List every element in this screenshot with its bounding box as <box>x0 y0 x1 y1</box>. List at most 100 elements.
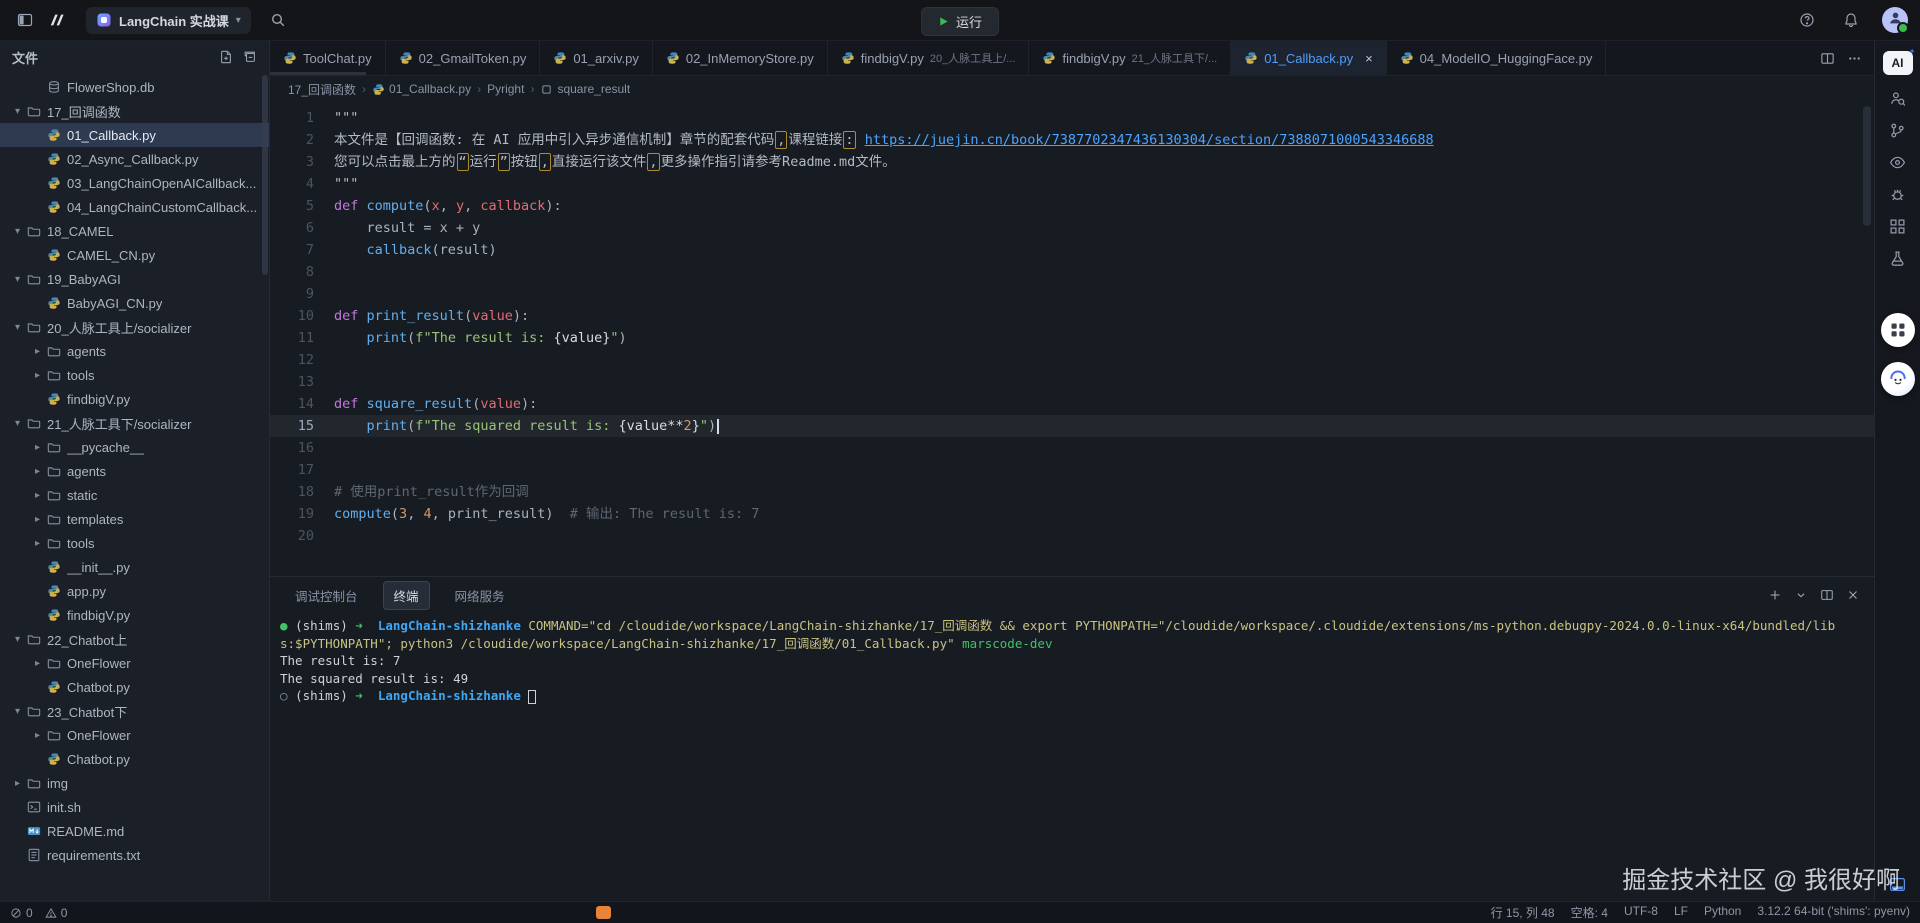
code-line[interactable]: 19compute(3, 4, print_result) # 输出: The … <box>270 503 1874 525</box>
code-line[interactable]: 4""" <box>270 173 1874 195</box>
code-line[interactable]: 1""" <box>270 107 1874 129</box>
tree-file[interactable]: app.py <box>0 579 269 603</box>
panel-tab-item[interactable]: 网络服务 <box>444 581 516 610</box>
breadcrumb-item[interactable]: 17_回调函数 <box>288 81 356 98</box>
language-mode[interactable]: Python <box>1704 904 1741 921</box>
editor-tab[interactable]: ToolChat.py <box>270 41 386 75</box>
tree-file[interactable]: FlowerShop.db <box>0 75 269 99</box>
source-control-icon[interactable] <box>1889 122 1906 139</box>
tree-file[interactable]: BabyAGI_CN.py <box>0 291 269 315</box>
editor-scrollbar[interactable] <box>1863 106 1871 226</box>
tree-folder[interactable]: ▾18_CAMEL <box>0 219 269 243</box>
workspace-switcher[interactable]: LangChain 实战课 ▾ <box>86 7 251 34</box>
run-button[interactable]: 运行 <box>921 7 999 36</box>
editor-tab[interactable]: findbigV.py20_人脉工具上/... <box>828 41 1030 75</box>
tree-folder[interactable]: ▸OneFlower <box>0 723 269 747</box>
collapse-all-icon[interactable] <box>243 50 257 64</box>
assistant-mascot-button[interactable] <box>1881 362 1915 396</box>
code-line[interactable]: 7 callback(result) <box>270 239 1874 261</box>
help-icon[interactable] <box>1794 7 1820 33</box>
tree-file[interactable]: findbigV.py <box>0 387 269 411</box>
editor-tab[interactable]: 04_ModelIO_HuggingFace.py <box>1387 41 1607 75</box>
indent-setting[interactable]: 空格: 4 <box>1571 904 1608 921</box>
chevron-down-icon[interactable] <box>1794 588 1808 602</box>
user-avatar[interactable] <box>1882 7 1908 33</box>
code-line[interactable]: 11 print(f"The result is: {value}") <box>270 327 1874 349</box>
warning-count[interactable]: 0 <box>45 906 68 920</box>
tree-folder[interactable]: ▾17_回调函数 <box>0 99 269 123</box>
problems-counts[interactable]: 00 <box>10 906 79 920</box>
tree-folder[interactable]: ▸agents <box>0 459 269 483</box>
encoding[interactable]: UTF-8 <box>1624 904 1658 921</box>
tree-file[interactable]: 02_Async_Callback.py <box>0 147 269 171</box>
tree-folder[interactable]: ▾19_BabyAGI <box>0 267 269 291</box>
beaker-icon[interactable] <box>1889 250 1906 267</box>
close-tab-icon[interactable]: × <box>1365 51 1373 66</box>
tree-file[interactable]: 04_LangChainCustomCallback... <box>0 195 269 219</box>
cursor-position[interactable]: 行 15, 列 48 <box>1491 904 1555 921</box>
tree-file[interactable]: findbigV.py <box>0 603 269 627</box>
layout-sidebar-icon[interactable] <box>12 7 38 33</box>
tree-file[interactable]: 03_LangChainOpenAICallback... <box>0 171 269 195</box>
toggle-panel-button[interactable] <box>1889 876 1906 893</box>
code-line[interactable]: 14def square_result(value): <box>270 393 1874 415</box>
tree-folder[interactable]: ▸templates <box>0 507 269 531</box>
close-icon[interactable] <box>1846 588 1860 602</box>
tree-folder[interactable]: ▸agents <box>0 339 269 363</box>
tree-folder[interactable]: ▾23_Chatbot下 <box>0 699 269 723</box>
more-actions-icon[interactable] <box>1847 51 1862 66</box>
sidebar-scrollbar[interactable] <box>262 75 268 275</box>
code-line[interactable]: 8 <box>270 261 1874 283</box>
tree-folder[interactable]: ▸img <box>0 771 269 795</box>
breadcrumb-item[interactable]: 01_Callback.py <box>372 82 471 96</box>
search-icon[interactable] <box>265 7 291 33</box>
tree-file[interactable]: init.sh <box>0 795 269 819</box>
code-line[interactable]: 17 <box>270 459 1874 481</box>
tabbar-scrollbar[interactable] <box>270 72 366 75</box>
interpreter[interactable]: 3.12.2 64-bit ('shims': pyenv) <box>1757 904 1910 921</box>
editor-tab[interactable]: 02_GmailToken.py <box>386 41 541 75</box>
tree-file[interactable]: README.md <box>0 819 269 843</box>
panel-tab-active[interactable]: 终端 <box>383 581 430 610</box>
tree-file[interactable]: Chatbot.py <box>0 675 269 699</box>
eye-icon[interactable] <box>1889 154 1906 171</box>
split-icon[interactable] <box>1820 588 1834 602</box>
code-line[interactable]: 15 print(f"The squared result is: {value… <box>270 415 1874 437</box>
editor-tab[interactable]: 01_arxiv.py <box>540 41 653 75</box>
tree-folder[interactable]: ▾21_人脉工具下/socializer <box>0 411 269 435</box>
eol[interactable]: LF <box>1674 904 1688 921</box>
tree-file[interactable]: 01_Callback.py <box>0 123 269 147</box>
tree-folder[interactable]: ▸tools <box>0 531 269 555</box>
code-line[interactable]: 20 <box>270 525 1874 547</box>
breadcrumb-item[interactable]: square_result <box>540 82 630 96</box>
user-search-icon[interactable] <box>1889 90 1906 107</box>
tree-folder[interactable]: ▸static <box>0 483 269 507</box>
code-line[interactable]: 12 <box>270 349 1874 371</box>
tree-file[interactable]: __init__.py <box>0 555 269 579</box>
code-line[interactable]: 6 result = x + y <box>270 217 1874 239</box>
editor-tab[interactable]: 02_InMemoryStore.py <box>653 41 828 75</box>
breadcrumb-item[interactable]: Pyright <box>487 82 524 96</box>
code-line[interactable]: 5def compute(x, y, callback): <box>270 195 1874 217</box>
code-line[interactable]: 9 <box>270 283 1874 305</box>
terminal[interactable]: ● (shims) ➜ LangChain-shizhanke COMMAND=… <box>270 613 1874 901</box>
add-icon[interactable] <box>1768 588 1782 602</box>
ai-assistant-button[interactable]: AI <box>1883 51 1913 75</box>
code-line[interactable]: 16 <box>270 437 1874 459</box>
extensions-icon[interactable] <box>1889 218 1906 235</box>
debug-icon[interactable] <box>1889 186 1906 203</box>
tree-folder[interactable]: ▾20_人脉工具上/socializer <box>0 315 269 339</box>
tree-folder[interactable]: ▸tools <box>0 363 269 387</box>
panel-tab-item[interactable]: 调试控制台 <box>284 581 369 610</box>
new-file-icon[interactable] <box>219 50 233 64</box>
split-editor-icon[interactable] <box>1820 51 1835 66</box>
code-line[interactable]: 13 <box>270 371 1874 393</box>
error-count[interactable]: 0 <box>10 906 33 920</box>
bell-icon[interactable] <box>1838 7 1864 33</box>
tree-folder[interactable]: ▸__pycache__ <box>0 435 269 459</box>
tree-folder[interactable]: ▸OneFlower <box>0 651 269 675</box>
code-line[interactable]: 10def print_result(value): <box>270 305 1874 327</box>
code-line[interactable]: 2本文件是【回调函数: 在 AI 应用中引入异步通信机制】章节的配套代码,课程链… <box>270 129 1874 151</box>
editor-tab[interactable]: findbigV.py21_人脉工具下/... <box>1029 41 1231 75</box>
tree-file[interactable]: requirements.txt <box>0 843 269 867</box>
